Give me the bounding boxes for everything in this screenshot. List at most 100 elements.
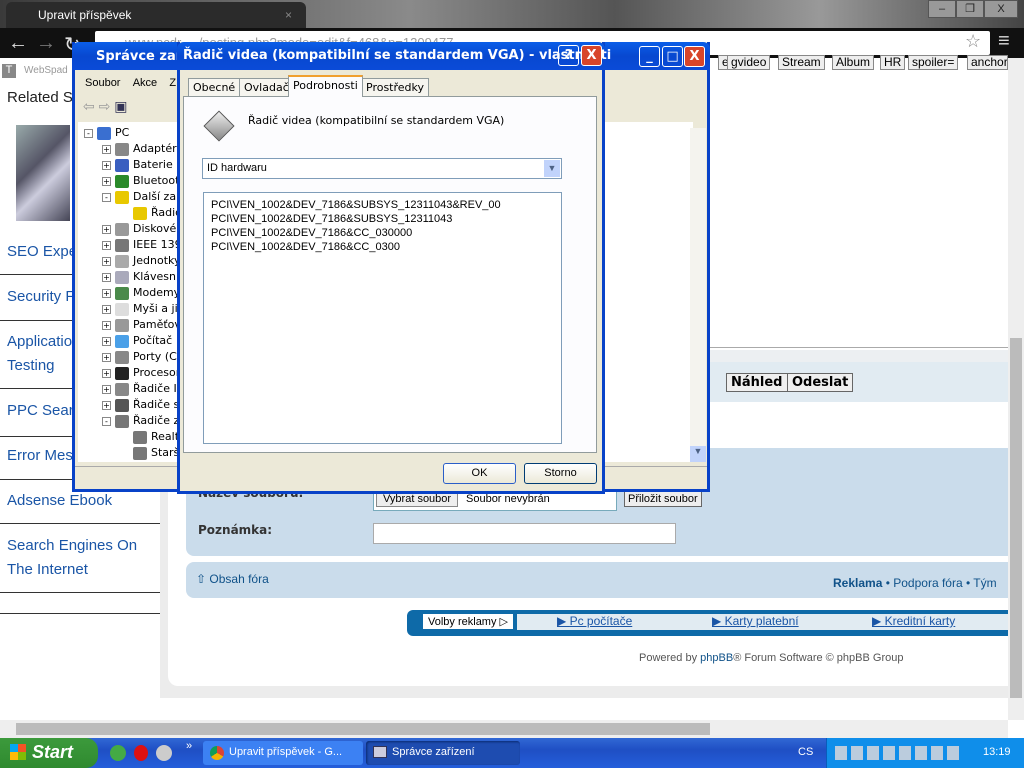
tree-node[interactable]: + Modemy [102, 286, 178, 300]
menu-action[interactable]: Akce [133, 77, 157, 89]
utorrent-icon[interactable] [110, 745, 126, 761]
tree-node[interactable]: Starší [120, 446, 178, 460]
editor-button[interactable]: spoiler= [908, 55, 959, 70]
tree-node[interactable]: Řadič [120, 206, 178, 220]
device-tree[interactable]: - PC + Adaptéry + Baterie + Bluetooth - Další zař… [78, 122, 178, 462]
tree-node[interactable]: + Diskové [102, 222, 176, 236]
menu-view[interactable]: Z [169, 77, 176, 89]
team-link[interactable]: Tým [973, 576, 996, 590]
sidebar-link[interactable]: Security F [7, 285, 75, 309]
back-icon[interactable]: ← [8, 32, 28, 55]
media-player-icon[interactable] [156, 745, 172, 761]
sidebar-link[interactable]: Search Engines On [7, 534, 137, 558]
close-button[interactable]: X [581, 45, 602, 66]
close-button[interactable]: X [684, 46, 705, 67]
tab-details[interactable]: Podrobnosti [288, 75, 363, 97]
sidebar-link[interactable]: Application [7, 330, 80, 354]
horizontal-scrollbar[interactable] [0, 720, 1008, 738]
forward-icon[interactable]: → [36, 32, 56, 55]
editor-button[interactable]: gvideo [727, 55, 771, 70]
expand-icon[interactable]: + [102, 353, 111, 362]
browser-tab[interactable]: Upravit příspěvek × [6, 2, 306, 30]
nav-arrows-icon[interactable]: ⇦ ⇨ ▣ [83, 98, 127, 115]
sidebar-link[interactable]: Error Mes [7, 444, 73, 468]
collapse-icon[interactable]: - [84, 129, 93, 138]
value-list[interactable]: PCI\VEN_1002&DEV_7186&SUBSYS_12311043&RE… [203, 192, 562, 444]
menu-file[interactable]: Soubor [85, 77, 120, 89]
support-link[interactable]: Podpora fóra [893, 576, 962, 590]
attach-file-button[interactable]: Přiložit soubor [624, 491, 702, 507]
expand-icon[interactable]: + [102, 161, 111, 170]
maximize-button[interactable]: □ [662, 46, 683, 67]
collapse-icon[interactable]: - [102, 417, 111, 426]
submit-button[interactable]: Odeslat [787, 373, 854, 392]
more-icon[interactable]: » [186, 740, 192, 752]
tree-node[interactable]: - PC [84, 126, 129, 140]
ad-options[interactable]: Volby reklamy ▷ [423, 614, 513, 629]
editor-button[interactable]: Stream [778, 55, 825, 70]
editor-button[interactable]: Album [832, 55, 875, 70]
tree-node[interactable]: + Procesor [102, 366, 178, 380]
tree-node[interactable]: + Myši a jin [102, 302, 178, 316]
sidebar-link[interactable]: PPC Sear [7, 399, 74, 423]
expand-icon[interactable]: + [102, 385, 111, 394]
restore-button[interactable]: ❐ [956, 0, 984, 18]
tree-node[interactable]: + Paměťov [102, 318, 178, 332]
tree-node[interactable]: + Jednotky [102, 254, 178, 268]
taskbar-item-browser[interactable]: Upravit příspěvek - G... [203, 741, 363, 765]
vertical-scrollbar[interactable] [1008, 58, 1024, 720]
ads-link[interactable]: Reklama [833, 576, 882, 590]
sidebar-link[interactable]: Testing [7, 354, 55, 378]
tree-node[interactable]: + Adaptéry [102, 142, 178, 156]
close-tab-icon[interactable]: × [285, 8, 292, 22]
expand-icon[interactable]: + [102, 273, 111, 282]
list-item[interactable]: PCI\VEN_1002&DEV_7186&SUBSYS_12311043&RE… [211, 198, 554, 212]
language-indicator[interactable]: CS [798, 746, 813, 758]
minimize-button[interactable]: _ [639, 46, 660, 67]
tree-scrollbar[interactable]: ▼ [690, 128, 706, 462]
collapse-icon[interactable]: - [102, 193, 111, 202]
forum-index-link[interactable]: ⇧ Obsah fóra [196, 572, 269, 586]
sidebar-link[interactable]: Adsense Ebook [7, 489, 112, 513]
tab-driver[interactable]: Ovladač [239, 78, 294, 97]
list-item[interactable]: PCI\VEN_1002&DEV_7186&CC_0300 [211, 240, 554, 254]
tree-node[interactable]: + Bluetooth [102, 174, 178, 188]
bookmark-star-icon[interactable]: ☆ [965, 31, 981, 52]
minimize-button[interactable]: – [928, 0, 956, 18]
tree-node[interactable]: + Řadiče s [102, 398, 178, 412]
expand-icon[interactable]: + [102, 337, 111, 346]
tab-resources[interactable]: Prostředky [361, 78, 430, 97]
expand-icon[interactable]: + [102, 401, 111, 410]
tray-icons[interactable] [835, 746, 960, 760]
tab-general[interactable]: Obecné [188, 78, 241, 97]
taskbar-item-devmgr[interactable]: Správce zařízení [366, 741, 520, 765]
start-button[interactable]: Start [0, 738, 98, 768]
expand-icon[interactable]: + [102, 225, 111, 234]
ad-link[interactable]: ▶ Kreditní karty [872, 614, 955, 628]
expand-icon[interactable]: + [102, 289, 111, 298]
editor-button[interactable]: anchor [967, 55, 1008, 70]
expand-icon[interactable]: + [102, 321, 111, 330]
note-input[interactable] [373, 523, 676, 544]
tree-node[interactable]: + IEEE 139 [102, 238, 178, 252]
editor-button[interactable]: HR [880, 55, 906, 70]
tree-node[interactable]: + Porty (C [102, 350, 177, 364]
list-item[interactable]: PCI\VEN_1002&DEV_7186&CC_030000 [211, 226, 554, 240]
ad-link[interactable]: ▶ Karty platební [712, 614, 799, 628]
expand-icon[interactable]: + [102, 177, 111, 186]
expand-icon[interactable]: + [102, 369, 111, 378]
chevron-down-icon[interactable]: ▼ [544, 160, 560, 177]
close-window-button[interactable]: X [984, 0, 1018, 18]
sidebar-link[interactable]: SEO Expe [7, 240, 77, 264]
tree-node[interactable]: - Řadiče z [102, 414, 178, 428]
tree-node[interactable]: Realtek [120, 430, 178, 444]
tree-node[interactable]: + Řadiče IE [102, 382, 178, 396]
sidebar-link[interactable]: The Internet [7, 558, 88, 582]
tree-node[interactable]: + Počítač [102, 334, 172, 348]
phpbb-link[interactable]: phpBB [700, 652, 733, 664]
expand-icon[interactable]: + [102, 241, 111, 250]
expand-icon[interactable]: + [102, 257, 111, 266]
list-item[interactable]: PCI\VEN_1002&DEV_7186&SUBSYS_12311043 [211, 212, 554, 226]
tree-node[interactable]: + Klávesnic [102, 270, 178, 284]
expand-icon[interactable]: + [102, 145, 111, 154]
